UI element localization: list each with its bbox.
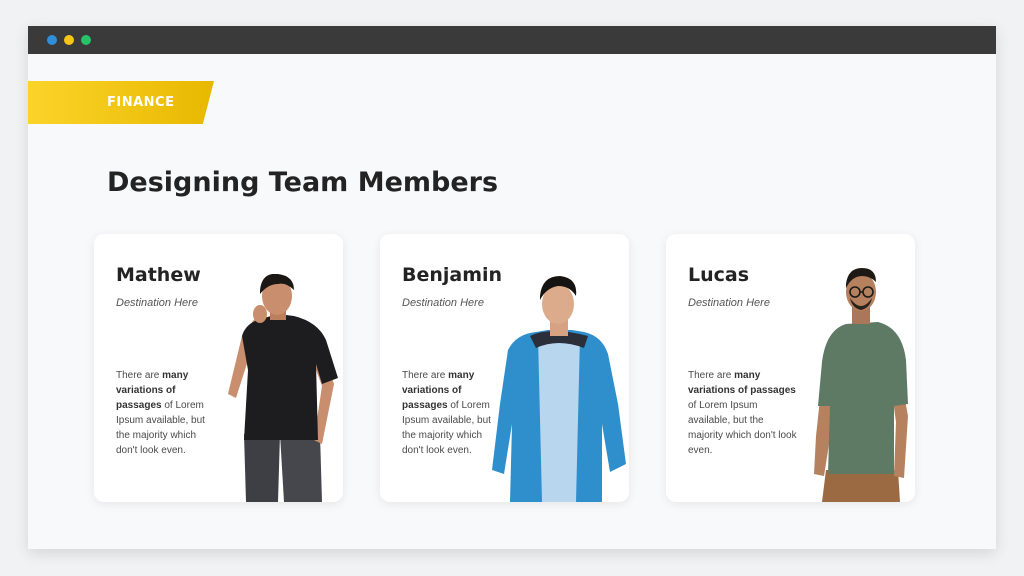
title-bar	[28, 26, 996, 54]
page-title: Designing Team Members	[107, 167, 499, 198]
member-name: Lucas	[688, 264, 750, 286]
team-member-card-lucas: Lucas Destination Here There are many va…	[666, 234, 915, 502]
desc-suffix: of Lorem Ipsum available, but the majori…	[688, 400, 797, 456]
member-destination: Destination Here	[402, 297, 484, 309]
member-destination: Destination Here	[116, 297, 198, 309]
member-name: Benjamin	[402, 264, 503, 286]
member-description: There are many variations of passages of…	[116, 368, 216, 458]
finance-tag-label: FINANCE	[107, 95, 175, 110]
team-member-card-benjamin: Benjamin Destination Here There are many…	[380, 234, 629, 502]
desc-prefix: There are	[688, 370, 735, 381]
team-member-card-mathew: Mathew Destination Here There are many v…	[94, 234, 343, 502]
member-description: There are many variations of passages of…	[688, 368, 800, 458]
member-photo-mathew	[228, 274, 338, 502]
member-name: Mathew	[116, 264, 201, 286]
green-window-dot-icon[interactable]	[81, 35, 91, 45]
presentation-window: FINANCE Designing Team Members Mathew De…	[28, 26, 996, 549]
member-photo-lucas	[814, 268, 908, 502]
desc-prefix: There are	[402, 370, 449, 381]
member-photo-benjamin	[492, 276, 626, 502]
member-destination: Destination Here	[688, 297, 770, 309]
blue-window-dot-icon[interactable]	[47, 35, 57, 45]
desc-prefix: There are	[116, 370, 163, 381]
yellow-window-dot-icon[interactable]	[64, 35, 74, 45]
member-description: There are many variations of passages of…	[402, 368, 502, 458]
